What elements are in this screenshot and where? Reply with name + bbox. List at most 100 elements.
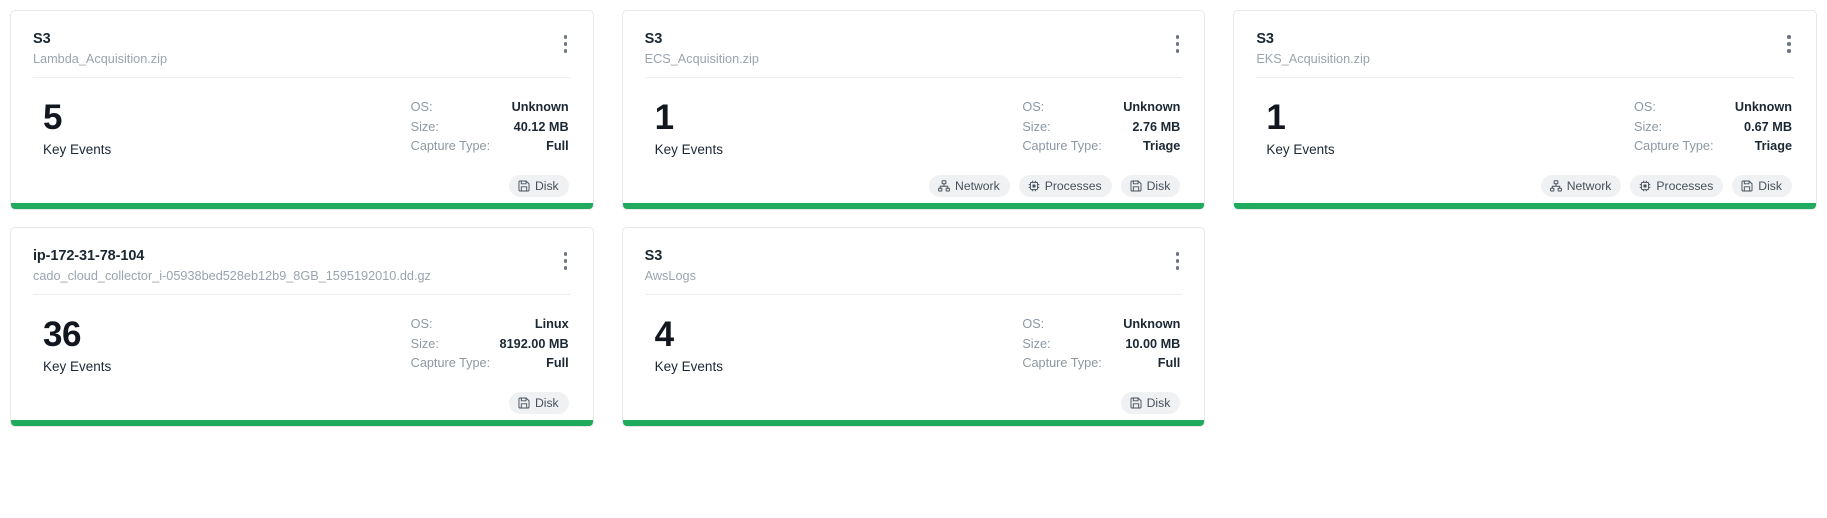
key-events-value: 5 xyxy=(43,98,62,137)
chip-label: Disk xyxy=(1758,179,1782,193)
chip-disk[interactable]: Disk xyxy=(508,392,569,414)
chip-disk[interactable]: Disk xyxy=(508,175,569,197)
kebab-menu-icon[interactable] xyxy=(553,246,579,276)
key-events-metric: 4 Key Events xyxy=(645,315,723,377)
card-header: S3 AwsLogs xyxy=(644,246,1183,295)
floppy-disk-icon xyxy=(518,397,530,409)
kebab-dot xyxy=(1787,49,1791,53)
card-subtitle: cado_cloud_collector_i-05938bed528eb12b9… xyxy=(33,269,431,283)
chip-label: Processes xyxy=(1656,179,1714,193)
metadata-row-os: OS: Unknown xyxy=(1022,98,1180,118)
kebab-dot xyxy=(1175,259,1180,263)
chip-label: Network xyxy=(955,179,1000,193)
chip-list: Disk xyxy=(1120,392,1181,414)
chip-label: Network xyxy=(1566,179,1612,193)
kebab-dot xyxy=(563,42,568,46)
floppy-disk-icon xyxy=(518,180,530,192)
card-body: 4 Key Events OS: Unknown Size: 10.00 MB Captur… xyxy=(645,295,1183,426)
capture-type-value: Triage xyxy=(1754,139,1792,153)
metadata-row-capture-type: Capture Type: Triage xyxy=(1634,137,1792,157)
metadata-row-os: OS: Unknown xyxy=(1634,98,1792,118)
size-label: Size: xyxy=(1022,336,1051,351)
metadata-row-os: OS: Unknown xyxy=(1022,315,1180,335)
card-title: S3 xyxy=(644,31,663,47)
card-metadata: OS: Linux Size: 8192.00 MB Capture Type: Full xyxy=(411,315,571,374)
key-events-metric: 5 Key Events xyxy=(33,98,111,160)
kebab-dot xyxy=(1175,49,1180,53)
kebab-dot xyxy=(563,266,568,270)
chip-processes[interactable]: Processes xyxy=(1630,175,1724,197)
kebab-dot xyxy=(1787,35,1791,39)
kebab-dot xyxy=(1175,42,1180,46)
capture-type-label: Capture Type: xyxy=(1634,139,1714,153)
chip-disk[interactable]: Disk xyxy=(1120,392,1181,414)
acquisition-card[interactable]: ip-172-31-78-104 cado_cloud_collector_i-0… xyxy=(10,227,594,427)
network-sitemap-icon xyxy=(938,180,950,192)
os-value: Unknown xyxy=(1123,317,1181,331)
card-body: 5 Key Events OS: Unknown Size: 40.12 MB Captur… xyxy=(33,78,571,209)
card-body: 1 Key Events OS: Unknown Size: 0.67 MB Capture… xyxy=(1256,78,1794,209)
kebab-menu-icon[interactable] xyxy=(553,29,579,59)
acquisition-card[interactable]: S3 Lambda_Acquisition.zip 5 Key Events OS: Un… xyxy=(10,10,594,210)
chip-label: Disk xyxy=(1146,179,1171,193)
capture-type-label: Capture Type: xyxy=(410,356,491,370)
card-accent-bar xyxy=(11,420,593,426)
card-accent-bar xyxy=(11,203,593,209)
size-value: 8192.00 MB xyxy=(499,336,569,351)
metadata-row-capture-type: Capture Type: Full xyxy=(1022,354,1180,374)
size-value: 0.67 MB xyxy=(1744,119,1792,134)
chip-label: Disk xyxy=(534,179,559,193)
metadata-row-size: Size: 10.00 MB xyxy=(1022,335,1180,355)
acquisition-card-grid: S3 Lambda_Acquisition.zip 5 Key Events OS: Un… xyxy=(0,0,1827,427)
card-subtitle: AwsLogs xyxy=(644,269,696,283)
key-events-metric: 36 Key Events xyxy=(33,315,111,377)
floppy-disk-icon xyxy=(1741,180,1753,192)
metadata-row-capture-type: Capture Type: Full xyxy=(411,137,569,157)
chip-disk[interactable]: Disk xyxy=(1732,175,1792,197)
card-metadata: OS: Unknown Size: 10.00 MB Capture Type: Full xyxy=(1022,315,1182,374)
chip-label: Disk xyxy=(1146,396,1171,410)
key-events-metric: 1 Key Events xyxy=(1256,98,1334,160)
acquisition-card[interactable]: S3 EKS_Acquisition.zip 1 Key Events OS: Unkno… xyxy=(1233,10,1817,210)
size-value: 10.00 MB xyxy=(1125,336,1181,351)
os-label: OS: xyxy=(410,100,433,114)
card-accent-bar xyxy=(1234,203,1816,209)
kebab-dot xyxy=(1787,42,1791,46)
card-header: S3 Lambda_Acquisition.zip xyxy=(33,29,571,78)
kebab-menu-icon[interactable] xyxy=(1776,29,1802,59)
chip-network[interactable]: Network xyxy=(929,175,1010,197)
card-subtitle: EKS_Acquisition.zip xyxy=(1256,52,1370,66)
capture-type-value: Full xyxy=(1157,356,1181,370)
key-events-label: Key Events xyxy=(654,359,723,374)
card-accent-bar xyxy=(622,420,1205,426)
capture-type-label: Capture Type: xyxy=(1022,139,1102,153)
card-metadata: OS: Unknown Size: 40.12 MB Capture Type: Full xyxy=(411,98,571,157)
card-body: 36 Key Events OS: Linux Size: 8192.00 MB Captu… xyxy=(33,295,571,426)
chip-list: Network Processes Disk xyxy=(1540,175,1792,197)
chip-processes[interactable]: Processes xyxy=(1018,175,1112,197)
chip-disk[interactable]: Disk xyxy=(1120,175,1181,197)
metadata-row-size: Size: 40.12 MB xyxy=(411,118,569,138)
metadata-row-size: Size: 8192.00 MB xyxy=(411,335,569,355)
acquisition-card[interactable]: S3 ECS_Acquisition.zip 1 Key Events OS: Unkno… xyxy=(621,10,1206,210)
os-value: Unknown xyxy=(1123,100,1181,114)
chip-network[interactable]: Network xyxy=(1540,175,1622,197)
capture-type-value: Triage xyxy=(1142,139,1181,153)
size-label: Size: xyxy=(410,119,439,134)
cpu-chip-icon xyxy=(1028,180,1040,192)
acquisition-card[interactable]: S3 AwsLogs 4 Key Events OS: Unknown Size: 10.00… xyxy=(621,227,1206,427)
cpu-chip-icon xyxy=(1639,180,1651,192)
capture-type-value: Full xyxy=(546,356,569,370)
key-events-label: Key Events xyxy=(654,142,723,157)
metadata-row-capture-type: Capture Type: Full xyxy=(411,354,569,374)
chip-label: Disk xyxy=(534,396,559,410)
kebab-menu-icon[interactable] xyxy=(1164,246,1190,276)
kebab-menu-icon[interactable] xyxy=(1164,29,1190,59)
kebab-dot xyxy=(1175,252,1180,256)
size-label: Size: xyxy=(1634,119,1663,134)
card-subtitle: ECS_Acquisition.zip xyxy=(644,52,759,66)
card-header: S3 EKS_Acquisition.zip xyxy=(1256,29,1794,78)
capture-type-label: Capture Type: xyxy=(410,139,491,153)
key-events-metric: 1 Key Events xyxy=(645,98,723,160)
card-body: 1 Key Events OS: Unknown Size: 2.76 MB Capture… xyxy=(645,78,1183,209)
